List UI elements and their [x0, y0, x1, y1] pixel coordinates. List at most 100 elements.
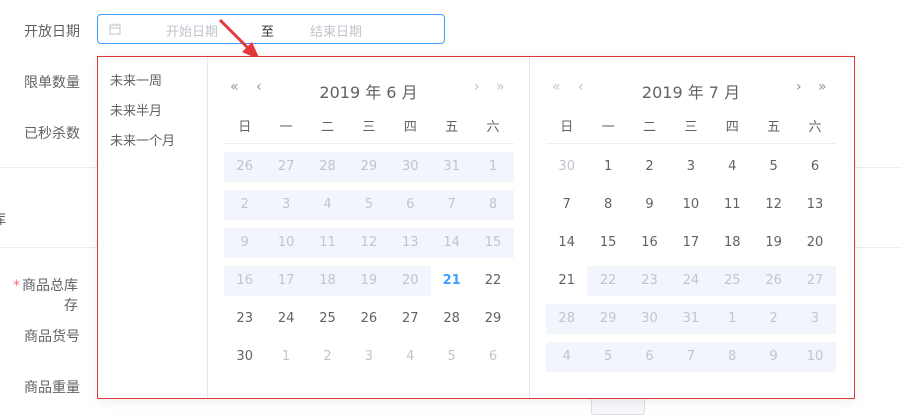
calendar-day: 3 — [265, 190, 307, 220]
sku-code-label: 商品货号 — [24, 329, 80, 345]
calendar-day: 11 — [306, 228, 349, 258]
calendar-week-row: 4 5 6 7 8 9 10 — [546, 342, 836, 372]
shortcut-next-half-month[interactable]: 未来半月 — [98, 97, 207, 127]
weekday-label: 二 — [320, 120, 334, 135]
calendar-day: 2 — [224, 190, 266, 220]
weekday-label: 一 — [279, 120, 293, 135]
calendar-day[interactable]: 18 — [712, 228, 753, 258]
calendar-day: 8 — [472, 190, 514, 220]
calendar-week-row: 16 17 18 19 20 21 22 — [224, 266, 514, 296]
calendar-day[interactable]: 14 — [546, 228, 587, 258]
calendar-day[interactable]: 13 — [794, 190, 835, 220]
calendar-day: 30 — [558, 159, 575, 174]
calendar-day[interactable]: 21 — [546, 266, 587, 296]
calendar-day: 1 — [472, 152, 514, 182]
section-label: 库 — [0, 209, 6, 229]
calendar-day: 15 — [472, 228, 514, 258]
calendar-day: 25 — [711, 266, 753, 296]
calendar-day: 19 — [348, 266, 390, 296]
calendar-day: 5 — [587, 342, 629, 372]
calendar-day: 8 — [711, 342, 753, 372]
calendar-week-row: 2345678 — [224, 190, 514, 220]
end-date-input[interactable]: 结束日期 — [310, 21, 362, 40]
calendar-day: 26 — [224, 152, 266, 182]
calendar-day[interactable]: 7 — [546, 190, 587, 220]
calendar-day: 7 — [670, 342, 712, 372]
calendar-day: 7 — [430, 190, 473, 220]
calendar-day[interactable]: 28 — [431, 304, 472, 334]
calendar-day[interactable]: 4 — [712, 152, 753, 182]
next-year-icon[interactable]: » — [818, 79, 827, 95]
calendar-day[interactable]: 17 — [670, 228, 711, 258]
calendar-week-row: 30 1 2 3 4 5 6 — [224, 342, 514, 372]
calendar-day[interactable]: 25 — [307, 304, 348, 334]
calendar-icon — [109, 23, 121, 35]
next-year-icon: » — [496, 79, 505, 95]
calendar-day: 10 — [794, 342, 836, 372]
calendar-day: 1 — [711, 304, 753, 334]
weekday-label: 六 — [808, 120, 822, 135]
calendar-day: 26 — [752, 266, 795, 296]
calendar-day[interactable]: 27 — [390, 304, 431, 334]
calendar-day[interactable]: 8 — [587, 190, 628, 220]
calendar-day[interactable]: 30 — [224, 342, 265, 372]
calendar-day: 27 — [265, 152, 307, 182]
calendar-day: 2 — [323, 349, 332, 364]
calendar-day: 6 — [488, 349, 498, 364]
start-date-input[interactable]: 开始日期 — [166, 21, 218, 40]
calendar-day[interactable]: 19 — [753, 228, 794, 258]
weekday-label: 四 — [403, 120, 417, 135]
shortcut-next-week[interactable]: 未来一周 — [98, 67, 207, 97]
next-month-icon[interactable]: › — [796, 79, 802, 95]
calendar-week-row: 26 27 28 29 30 31 1 — [224, 152, 514, 182]
shortcut-sidebar: 未来一周 未来半月 未来一个月 — [98, 57, 208, 398]
calendar-day[interactable]: 3 — [670, 152, 711, 182]
calendar-day-today[interactable]: 21 — [431, 266, 472, 296]
next-month-icon: › — [474, 79, 480, 95]
calendar-grid: 日一二三四五六 30 1 2 3 4 5 6 7 8 9 10 11 12 13 14 15 16 17 18 19 20… — [546, 113, 836, 372]
calendar-day: 6 — [389, 190, 431, 220]
weekday-label: 四 — [725, 120, 739, 135]
calendar-day[interactable]: 26 — [348, 304, 389, 334]
calendar-day[interactable]: 22 — [472, 266, 513, 296]
calendar-day: 4 — [406, 349, 415, 364]
calendar-day: 9 — [224, 228, 266, 258]
calendar-day[interactable]: 24 — [265, 304, 306, 334]
calendar-day[interactable]: 16 — [629, 228, 670, 258]
calendar-day[interactable]: 23 — [224, 304, 265, 334]
calendar-week-row: 7 8 9 10 11 12 13 — [546, 190, 836, 220]
calendar-day: 6 — [628, 342, 671, 372]
calendar-day: 30 — [628, 304, 671, 334]
calendar-day[interactable]: 2 — [629, 152, 670, 182]
calendar-day[interactable]: 20 — [794, 228, 835, 258]
calendar-day[interactable]: 10 — [670, 190, 711, 220]
calendar-day: 16 — [224, 266, 266, 296]
calendar-day: 9 — [752, 342, 795, 372]
seckill-count-label: 已秒杀数 — [24, 126, 80, 142]
calendar-day: 17 — [265, 266, 307, 296]
weekday-header-row: 日一二三四五六 — [224, 113, 514, 144]
calendar-week-row: 30 1 2 3 4 5 6 — [546, 152, 836, 182]
calendar-day[interactable]: 29 — [472, 304, 513, 334]
calendar-day: 2 — [752, 304, 795, 334]
calendar-day: 10 — [265, 228, 307, 258]
calendar-day[interactable]: 1 — [587, 152, 628, 182]
stock-label-text: 商品总库存 — [22, 278, 78, 314]
weekday-header-row: 日一二三四五六 — [546, 113, 836, 144]
calendar-day[interactable]: 12 — [753, 190, 794, 220]
shortcut-next-month[interactable]: 未来一个月 — [98, 127, 207, 157]
calendar-day[interactable]: 15 — [587, 228, 628, 258]
calendar-day[interactable]: 5 — [753, 152, 794, 182]
calendar-grid: 日一二三四五六 26 27 28 29 30 31 1 2 3 4 5 6 7 8 9 10 11 12 13 14 15… — [224, 113, 514, 372]
calendar-title: 2019 年 6 月 — [319, 83, 418, 102]
weekday-label: 六 — [486, 120, 500, 135]
calendar-day[interactable]: 9 — [629, 190, 670, 220]
weekday-label: 一 — [601, 120, 615, 135]
weekday-label: 五 — [445, 120, 459, 135]
calendar-title: 2019 年 7 月 — [641, 83, 741, 102]
calendar-day[interactable]: 6 — [794, 152, 835, 182]
calendar-day: 4 — [306, 190, 349, 220]
calendar-day: 3 — [364, 349, 373, 364]
calendar-day[interactable]: 11 — [712, 190, 753, 220]
date-range-input[interactable]: 开始日期 至 结束日期 — [97, 14, 445, 44]
